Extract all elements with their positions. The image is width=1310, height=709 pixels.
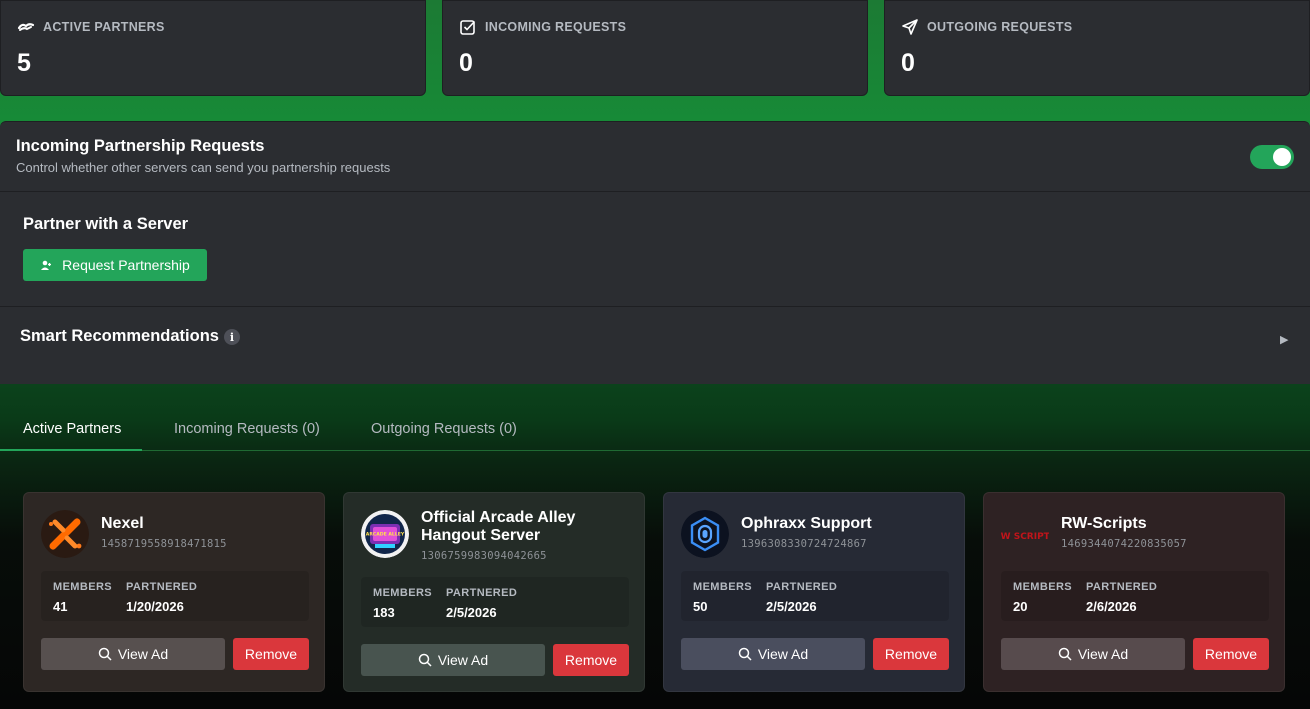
partner-name: Official Arcade Alley Hangout Server [421, 509, 576, 544]
tab-label: Incoming Requests (0) [174, 421, 320, 437]
partnership-settings-panel: Incoming Partnership Requests Control wh… [0, 121, 1310, 384]
partnered-date: 1/20/2026 [126, 599, 184, 614]
stat-card-outgoing-requests: OUTGOING REQUESTS 0 [884, 0, 1310, 96]
tab-outgoing-requests[interactable]: Outgoing Requests (0) [371, 405, 517, 451]
members-count: 183 [373, 605, 395, 620]
tab-label: Active Partners [23, 421, 122, 437]
partner-tabs: Active Partners Incoming Requests (0) Ou… [0, 405, 1310, 451]
send-icon [902, 19, 918, 35]
partner-server-id: 1469344074220835057 [1061, 538, 1187, 550]
nexel-avatar [41, 510, 89, 558]
user-add-icon [41, 260, 52, 270]
view-ad-label: View Ad [437, 652, 489, 668]
stat-label: ACTIVE PARTNERS [43, 20, 165, 34]
partnered-date: 2/6/2026 [1086, 599, 1137, 614]
view-ad-label: View Ad [757, 646, 809, 662]
partner-name: Ophraxx Support [741, 515, 872, 532]
partnered-date: 2/5/2026 [446, 605, 497, 620]
arcade-alley-avatar: ARCADE ALLEY [361, 510, 409, 558]
partner-name: Nexel [101, 515, 144, 532]
view-ad-button[interactable]: View Ad [1001, 638, 1185, 670]
members-label: MEMBERS [1013, 581, 1073, 593]
members-label: MEMBERS [693, 581, 753, 593]
partner-card: Nexel 1458719558918471815 MEMBERS 41 PAR… [23, 492, 325, 692]
partner-section-title: Partner with a Server [23, 215, 189, 233]
stat-value: 5 [17, 49, 31, 77]
partner-server-id: 1458719558918471815 [101, 538, 227, 550]
partnered-label: PARTNERED [446, 587, 518, 599]
search-icon [738, 647, 752, 661]
partner-server-id: 1396308330724724867 [741, 538, 867, 550]
members-label: MEMBERS [53, 581, 113, 593]
stat-label: OUTGOING REQUESTS [927, 20, 1073, 34]
search-icon [418, 653, 432, 667]
partner-name: RW-Scripts [1061, 515, 1147, 532]
partner-card: Ophraxx Support 1396308330724724867 MEMB… [663, 492, 965, 692]
partnered-label: PARTNERED [1086, 581, 1158, 593]
members-count: 50 [693, 599, 708, 614]
view-ad-button[interactable]: View Ad [41, 638, 225, 670]
view-ad-label: View Ad [117, 646, 169, 662]
partner-card: ARCADE ALLEY Official Arcade Alley Hango… [343, 492, 645, 692]
arcade-alley-logo-text: ARCADE ALLEY [366, 532, 405, 538]
view-ad-button[interactable]: View Ad [681, 638, 865, 670]
stat-card-incoming-requests: INCOMING REQUESTS 0 [442, 0, 868, 96]
partnered-date: 2/5/2026 [766, 599, 817, 614]
search-icon [1058, 647, 1072, 661]
expand-arrow-icon[interactable]: ▶ [1280, 333, 1288, 346]
view-ad-label: View Ad [1077, 646, 1129, 662]
rw-scripts-logo-text: RW SCRIPTS [1001, 532, 1049, 542]
members-count: 41 [53, 599, 68, 614]
members-count: 20 [1013, 599, 1028, 614]
remove-button[interactable]: Remove [233, 638, 309, 670]
tab-active-partners[interactable]: Active Partners [0, 405, 142, 451]
request-partnership-label: Request Partnership [62, 257, 190, 273]
tab-incoming-requests[interactable]: Incoming Requests (0) [174, 405, 320, 451]
tab-label: Outgoing Requests (0) [371, 421, 517, 437]
incoming-requests-toggle[interactable] [1250, 145, 1294, 169]
remove-button[interactable]: Remove [1193, 638, 1269, 670]
partner-stats: MEMBERS 41 PARTNERED 1/20/2026 [41, 571, 309, 621]
checkbox-icon [460, 20, 476, 35]
smart-recommendations-section[interactable]: Smart Recommendations i ▶ [0, 307, 1310, 385]
partnered-label: PARTNERED [126, 581, 198, 593]
smart-recommendations-title: Smart Recommendations [20, 327, 219, 345]
incoming-requests-title: Incoming Partnership Requests [16, 137, 265, 155]
view-ad-button[interactable]: View Ad [361, 644, 545, 676]
partner-stats: MEMBERS 183 PARTNERED 2/5/2026 [361, 577, 629, 627]
handshake-icon [17, 23, 35, 31]
partnered-label: PARTNERED [766, 581, 838, 593]
remove-button[interactable]: Remove [873, 638, 949, 670]
partner-with-server-section: Partner with a Server Request Partnershi… [0, 192, 1310, 307]
rw-scripts-avatar: RW SCRIPTS [1001, 510, 1049, 558]
ophraxx-avatar [681, 510, 729, 558]
stat-label: INCOMING REQUESTS [485, 20, 627, 34]
members-label: MEMBERS [373, 587, 433, 599]
partner-card: RW SCRIPTS RW-Scripts 146934407422083505… [983, 492, 1285, 692]
stat-value: 0 [901, 49, 915, 77]
incoming-requests-setting: Incoming Partnership Requests Control wh… [0, 122, 1310, 192]
stat-card-active-partners: ACTIVE PARTNERS 5 [0, 0, 426, 96]
partner-stats: MEMBERS 50 PARTNERED 2/5/2026 [681, 571, 949, 621]
info-icon[interactable]: i [224, 329, 240, 345]
stat-value: 0 [459, 49, 473, 77]
request-partnership-button[interactable]: Request Partnership [23, 249, 207, 281]
search-icon [98, 647, 112, 661]
partner-server-id: 1306759983094042665 [421, 550, 547, 562]
remove-button[interactable]: Remove [553, 644, 629, 676]
incoming-requests-subtitle: Control whether other servers can send y… [16, 160, 391, 175]
toggle-knob [1273, 148, 1291, 166]
partner-stats: MEMBERS 20 PARTNERED 2/6/2026 [1001, 571, 1269, 621]
